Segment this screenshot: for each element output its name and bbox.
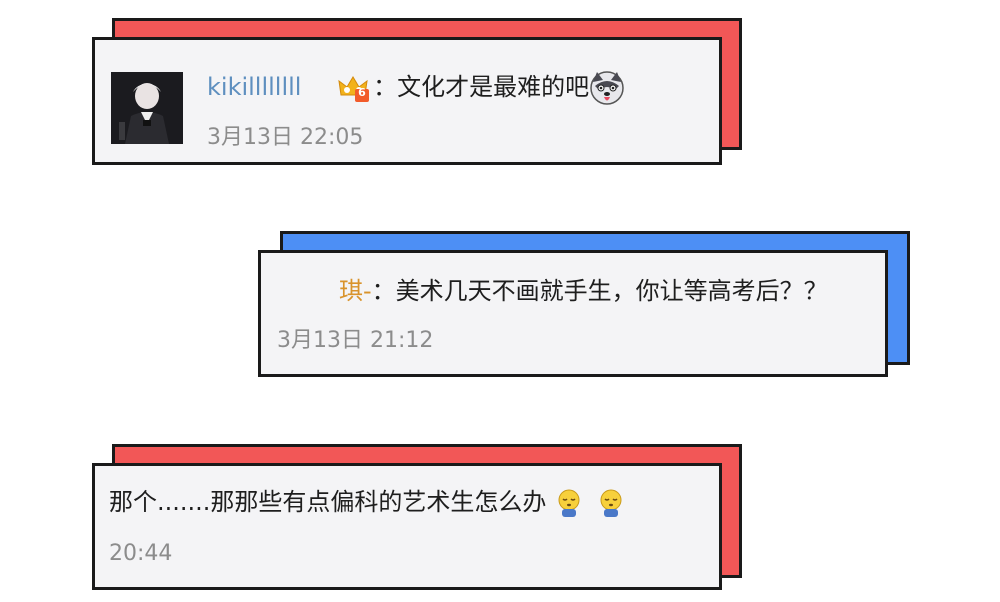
comment-line: 琪-：美术几天不画就手生，你让等高考后？？ <box>339 275 828 307</box>
vip-badge-icon: 6 <box>337 73 373 103</box>
comment-panel: kikillllllll 6 ：文化才是最难的吧 3月13日 22:05 <box>92 37 722 165</box>
timestamp: 3月13日 21:12 <box>277 328 434 353</box>
comment-line: 那个.......那那些有点偏科的艺术生怎么办 <box>109 486 626 518</box>
comment-panel: 琪-：美术几天不画就手生，你让等高考后？？ 3月13日 21:12 <box>258 250 888 377</box>
comment-text: 那个.......那那些有点偏科的艺术生怎么办 <box>109 488 547 516</box>
username-link[interactable]: 琪- <box>339 277 372 305</box>
timestamp: 20:44 <box>109 541 173 566</box>
separator: ： <box>373 73 398 101</box>
comment-panel: 那个.......那那些有点偏科的艺术生怎么办 20:44 <box>92 463 722 590</box>
crying-emoji-icon <box>554 488 584 518</box>
separator: ： <box>371 277 396 305</box>
crying-emoji-icon <box>596 488 626 518</box>
timestamp: 3月13日 22:05 <box>207 125 364 150</box>
comment-line: kikillllllll 6 ：文化才是最难的吧 <box>207 70 625 106</box>
comment-text: 文化才是最难的吧 <box>397 73 590 101</box>
comment-text: 美术几天不画就手生，你让等高考后？？ <box>395 277 828 305</box>
username-link[interactable]: kikillllllll <box>207 73 301 101</box>
vip-level-number: 6 <box>358 86 366 99</box>
avatar[interactable] <box>111 72 183 144</box>
husky-dog-emoji-icon <box>589 70 625 106</box>
